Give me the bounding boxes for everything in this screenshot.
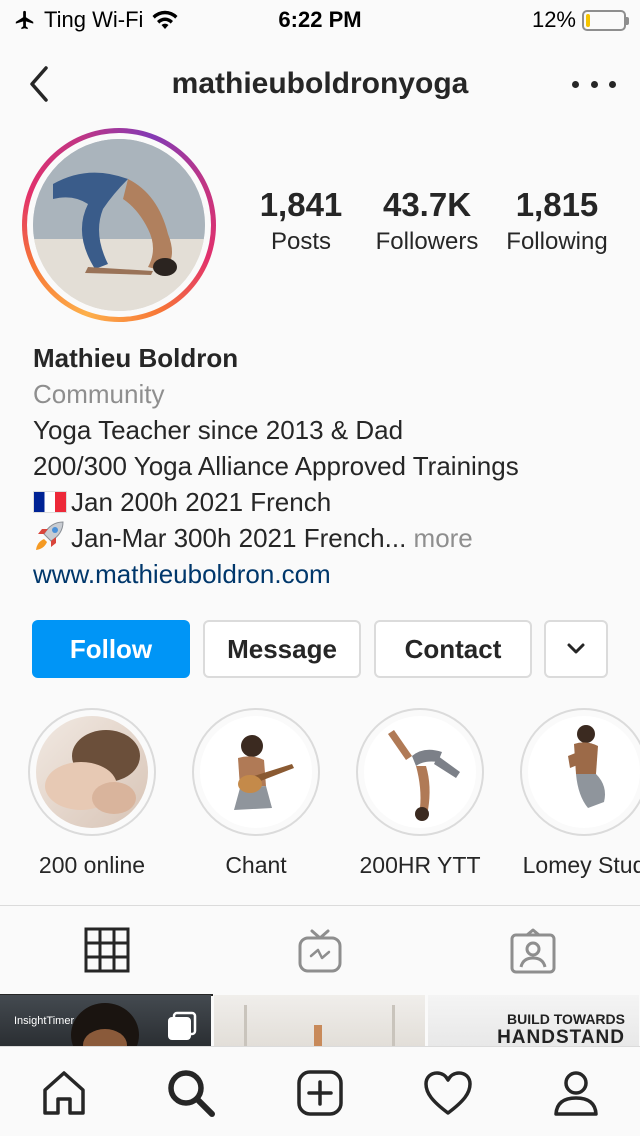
new-post-icon <box>297 1070 343 1116</box>
bio-more-link[interactable]: more <box>414 523 473 553</box>
highlight-cover <box>36 716 148 828</box>
airplane-icon <box>15 10 34 30</box>
posts-grid: InsightTimer BUILD TOWARDS HANDSTAND <box>0 995 640 1047</box>
highlight-label: 200HR YTT <box>359 852 481 878</box>
follow-button[interactable]: Follow <box>32 620 190 678</box>
story-highlights: 200 online Chant 200HR YTT Lomey Stud <box>0 708 640 888</box>
contact-button[interactable]: Contact <box>374 620 532 678</box>
status-bar: Ting Wi-Fi 6:22 PM 12% <box>0 0 640 40</box>
tab-grid[interactable] <box>0 906 213 996</box>
wifi-icon <box>152 10 178 29</box>
following-label: Following <box>506 228 608 255</box>
stat-posts[interactable]: 1,841 Posts <box>240 186 362 256</box>
nav-search[interactable] <box>163 1065 219 1121</box>
highlight-label: Lomey Stud <box>522 852 640 878</box>
chevron-down-icon <box>567 643 585 654</box>
following-count: 1,815 <box>515 186 599 223</box>
highlight-item[interactable]: 200 online <box>17 708 167 879</box>
post-thumbnail-headline: HANDSTAND <box>497 1027 625 1047</box>
nav-profile[interactable] <box>548 1065 604 1121</box>
highlight-item[interactable]: Chant <box>181 708 331 879</box>
activity-heart-icon <box>424 1071 472 1115</box>
bio-line-3-text: Jan 200h 2021 French <box>71 487 332 517</box>
avatar <box>33 139 205 311</box>
nav-new-post[interactable] <box>292 1065 348 1121</box>
more-options-button[interactable] <box>572 68 616 100</box>
post-thumbnail[interactable]: BUILD TOWARDS HANDSTAND <box>428 995 639 1047</box>
highlight-cover <box>528 716 640 828</box>
bottom-navigation <box>0 1046 640 1136</box>
tab-tagged[interactable] <box>426 906 639 996</box>
grid-icon <box>84 927 129 973</box>
home-icon <box>43 1071 85 1115</box>
profile-tabs <box>0 905 640 996</box>
highlight-cover-art <box>234 735 294 810</box>
status-left: Ting Wi-Fi <box>14 7 244 33</box>
nav-activity[interactable] <box>420 1065 476 1121</box>
igtv-icon <box>298 929 341 973</box>
website-link[interactable]: www.mathieuboldron.com <box>33 556 633 592</box>
bio-line-4-text: Jan-Mar 300h 2021 French... <box>71 523 407 553</box>
back-button[interactable] <box>22 62 62 106</box>
status-right: 12% <box>396 7 629 33</box>
tagged-icon <box>510 928 555 974</box>
post-thumbnail-art <box>244 1005 395 1047</box>
profile-category: Community <box>33 379 165 409</box>
profile-bio: Mathieu Boldron Community Yoga Teacher s… <box>33 340 633 592</box>
post-thumbnail[interactable]: InsightTimer <box>0 995 211 1047</box>
followers-count: 43.7K <box>382 186 472 223</box>
highlight-item[interactable]: Lomey Stud <box>509 708 640 879</box>
bio-line-2: 200/300 Yoga Alliance Approved Trainings <box>33 451 519 481</box>
dot-icon <box>590 80 598 88</box>
rocket-icon <box>36 521 64 550</box>
highlight-label: 200 online <box>38 852 146 878</box>
profile-name: Mathieu Boldron <box>33 343 239 373</box>
highlight-cover <box>200 716 312 828</box>
profile-avatar-story-ring[interactable] <box>22 128 216 322</box>
france-flag-icon <box>33 491 67 513</box>
search-icon <box>168 1070 215 1117</box>
profile-icon <box>554 1071 598 1116</box>
dot-icon <box>572 80 579 88</box>
status-time: 6:22 PM <box>278 7 362 32</box>
posts-label: Posts <box>270 228 332 255</box>
battery-percent: 12% <box>531 7 576 32</box>
stat-following[interactable]: 1,815 Following <box>492 186 622 256</box>
bio-line-1: Yoga Teacher since 2013 & Dad <box>33 415 404 445</box>
tab-igtv[interactable] <box>213 906 426 996</box>
post-thumbnail-caption: BUILD TOWARDS <box>507 1011 625 1027</box>
avatar-photo <box>33 139 205 311</box>
multiple-posts-icon <box>168 1011 197 1040</box>
message-button[interactable]: Message <box>203 620 361 678</box>
suggested-dropdown-button[interactable] <box>544 620 608 678</box>
battery-icon <box>582 9 629 31</box>
bio-line-3: Jan 200h 2021 French <box>33 484 633 520</box>
followers-label: Followers <box>375 228 479 255</box>
highlight-item[interactable]: 200HR YTT <box>345 708 495 879</box>
stat-followers[interactable]: 43.7K Followers <box>362 186 492 256</box>
highlight-label: Chant <box>225 852 287 878</box>
battery-fill <box>586 13 590 27</box>
highlight-cover-art <box>45 730 140 814</box>
profile-actions: Follow Message Contact <box>32 620 608 678</box>
profile-stats: 1,841 Posts 43.7K Followers 1,815 Follow… <box>240 186 630 256</box>
carrier-name: Ting Wi-Fi <box>44 7 144 32</box>
nav-home[interactable] <box>36 1065 92 1121</box>
posts-count: 1,841 <box>259 186 343 223</box>
chevron-left-icon <box>30 66 48 102</box>
highlight-cover-art <box>568 725 605 808</box>
header-username: mathieuboldronyoga <box>171 67 469 100</box>
dot-icon <box>609 80 616 88</box>
highlight-cover-art <box>388 730 460 821</box>
post-thumbnail[interactable] <box>214 995 425 1047</box>
highlight-cover <box>364 716 476 828</box>
bio-line-4: Jan-Mar 300h 2021 French... more <box>33 520 633 556</box>
profile-header: mathieuboldronyoga <box>0 52 640 116</box>
